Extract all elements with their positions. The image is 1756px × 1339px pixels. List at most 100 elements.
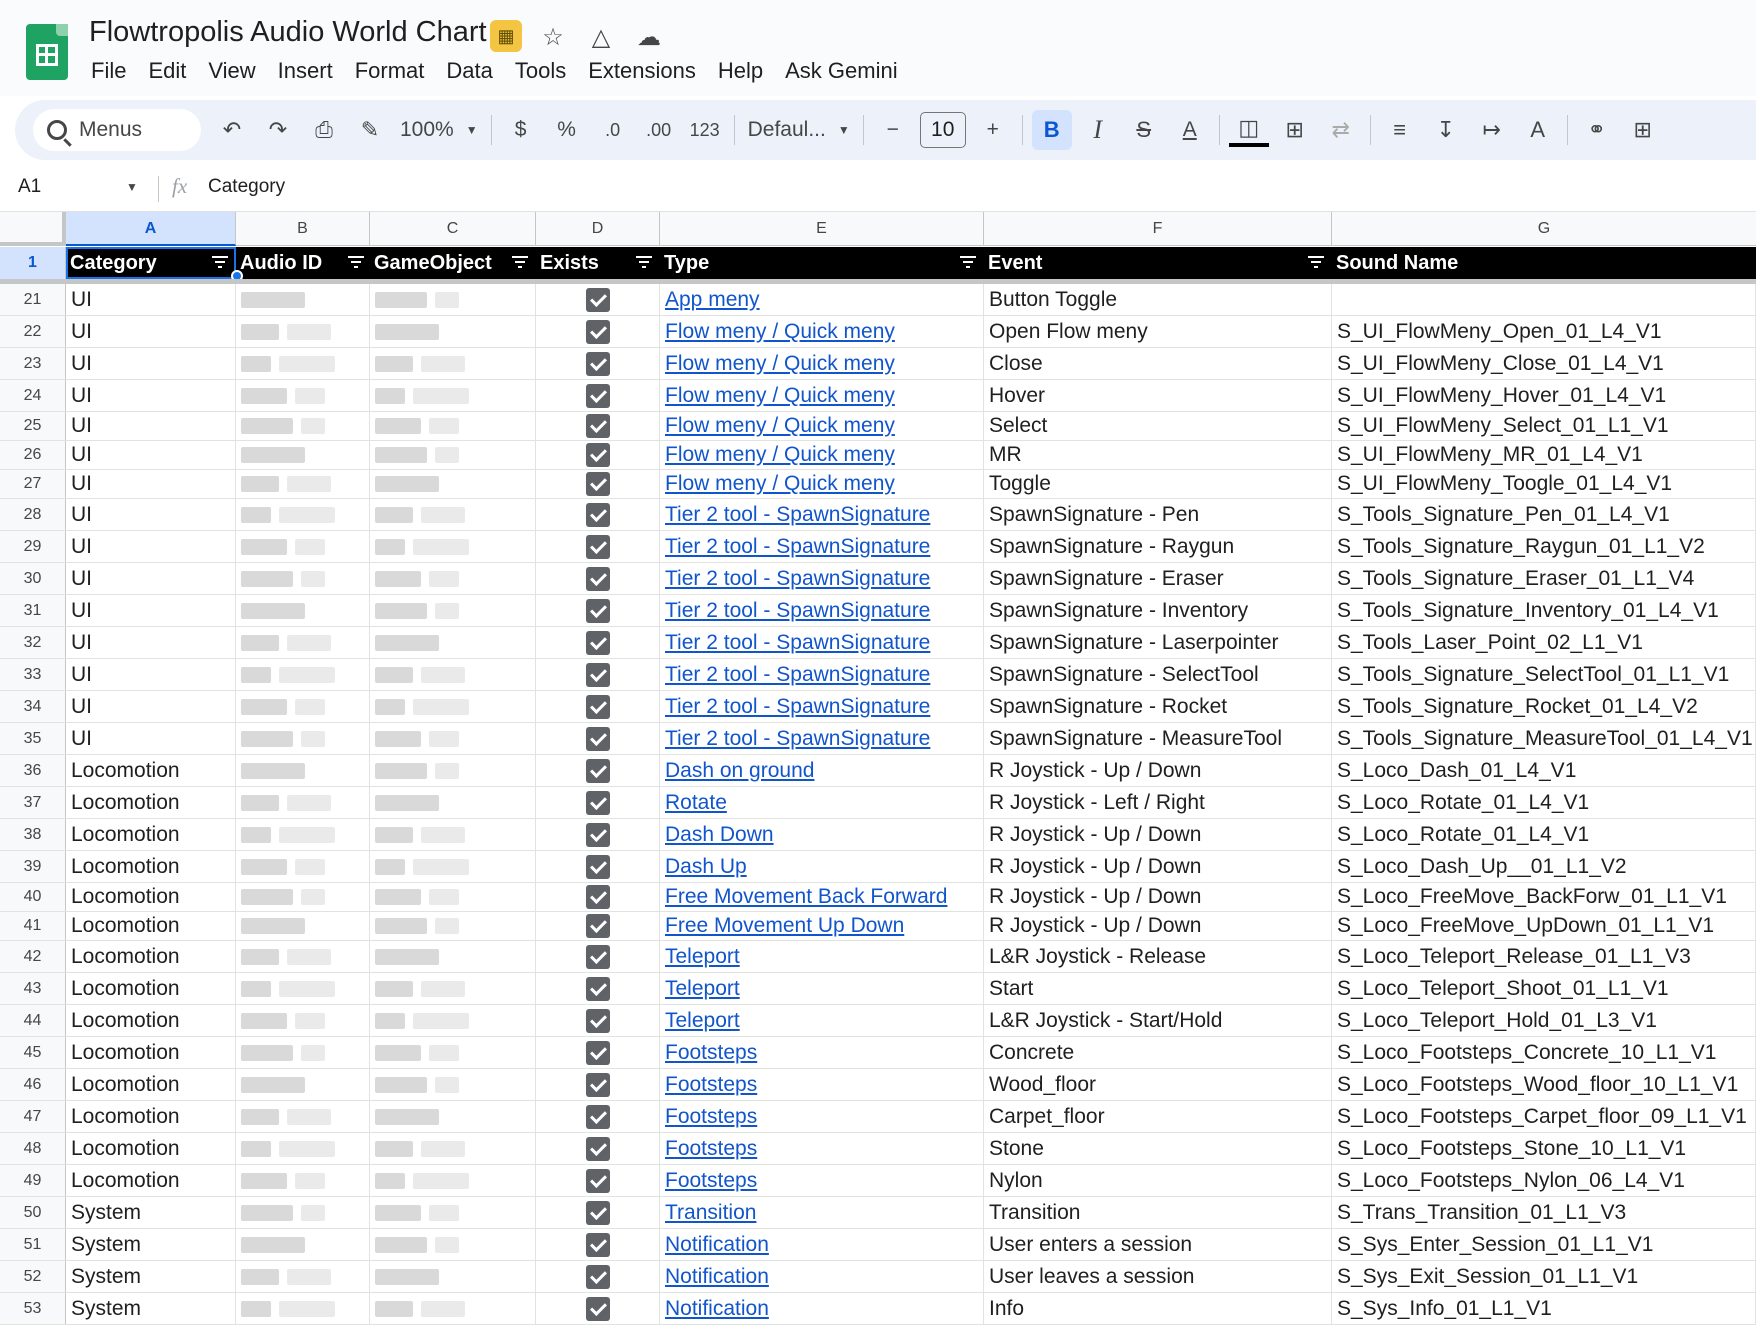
exists-cell[interactable] [536,1069,660,1100]
event-cell[interactable]: MR [984,441,1332,469]
type-link[interactable]: Notification [665,1297,769,1321]
category-cell[interactable]: Locomotion [66,1069,236,1100]
exists-cell[interactable] [536,380,660,411]
event-cell[interactable]: Carpet_floor [984,1101,1332,1132]
audio-id-cell[interactable] [236,691,370,722]
exists-checkbox[interactable] [585,914,610,938]
borders-icon[interactable]: ⊞ [1275,110,1315,150]
currency-format-button[interactable]: $ [501,110,541,150]
category-cell[interactable]: UI [66,627,236,658]
header-cell-type[interactable]: Type [660,247,984,279]
audio-id-cell[interactable] [236,595,370,626]
exists-checkbox[interactable] [585,598,610,623]
italic-button[interactable]: I [1078,110,1118,150]
table-row[interactable]: 51 System Notification User enters a sessio… [0,1229,1756,1261]
sound-name-cell[interactable]: S_Loco_Footsteps_Wood_floor_10_L1_V1 [1332,1069,1756,1100]
type-cell[interactable]: Flow meny / Quick meny [660,316,984,347]
row-number[interactable]: 28 [0,499,66,530]
type-cell[interactable]: Flow meny / Quick meny [660,412,984,440]
chevron-down-icon[interactable]: ▼ [126,180,138,194]
sound-name-cell[interactable]: S_Loco_Footsteps_Stone_10_L1_V1 [1332,1133,1756,1164]
exists-cell[interactable] [536,1197,660,1228]
exists-cell[interactable] [536,941,660,972]
sound-name-cell[interactable]: S_UI_FlowMeny_Toogle_01_L4_V1 [1332,470,1756,498]
font-family-select[interactable]: Defaul... ▼ [744,110,854,150]
event-cell[interactable]: Concrete [984,1037,1332,1068]
audio-id-cell[interactable] [236,499,370,530]
row-number[interactable]: 45 [0,1037,66,1068]
sound-name-cell[interactable]: S_Loco_Footsteps_Nylon_06_L4_V1 [1332,1165,1756,1196]
type-cell[interactable]: Tier 2 tool - SpawnSignature [660,563,984,594]
sound-name-cell[interactable]: S_UI_FlowMeny_Open_01_L4_V1 [1332,316,1756,347]
header-cell-category[interactable]: Category [66,247,236,279]
table-row[interactable]: 53 System Notification Info S_Sys_Info_01_L1… [0,1293,1756,1325]
exists-cell[interactable] [536,883,660,911]
table-row[interactable]: 29 UI Tier 2 tool - SpawnSignature SpawnSig… [0,531,1756,563]
audio-id-cell[interactable] [236,883,370,911]
exists-cell[interactable] [536,441,660,469]
exists-cell[interactable] [536,595,660,626]
type-cell[interactable]: Dash on ground [660,755,984,786]
audio-id-cell[interactable] [236,412,370,440]
gameobject-cell[interactable] [370,883,536,911]
menu-file[interactable]: File [89,55,137,87]
type-link[interactable]: Free Movement Back Forward [665,885,947,909]
insert-link-icon[interactable]: ⚭ [1577,110,1617,150]
row-number[interactable]: 52 [0,1261,66,1292]
filter-icon[interactable] [512,256,528,270]
strikethrough-icon[interactable]: S [1124,110,1164,150]
menu-view[interactable]: View [197,55,266,87]
gameobject-cell[interactable] [370,1133,536,1164]
row-number[interactable]: 48 [0,1133,66,1164]
type-link[interactable]: Teleport [665,945,740,969]
type-link[interactable]: Footsteps [665,1041,757,1065]
type-link[interactable]: Free Movement Up Down [665,914,904,938]
font-size-input[interactable]: 10 [919,112,966,148]
name-box[interactable]: A1 [18,176,41,198]
type-link[interactable]: Tier 2 tool - SpawnSignature [665,727,930,751]
exists-cell[interactable] [536,412,660,440]
audio-id-cell[interactable] [236,563,370,594]
audio-id-cell[interactable] [236,1101,370,1132]
category-cell[interactable]: UI [66,348,236,379]
category-cell[interactable]: Locomotion [66,787,236,818]
exists-checkbox[interactable] [585,726,610,751]
menu-help[interactable]: Help [707,55,774,87]
sound-name-cell[interactable]: S_Tools_Signature_SelectTool_01_L1_V1 [1332,659,1756,690]
paint-format-icon[interactable]: ✎ [350,110,390,150]
table-row[interactable]: 47 Locomotion Footsteps Carpet_floor S_Loco_… [0,1101,1756,1133]
gameobject-cell[interactable] [370,659,536,690]
category-cell[interactable]: UI [66,412,236,440]
text-color-button[interactable]: A [1170,110,1210,150]
row-number[interactable]: 25 [0,412,66,440]
sound-name-cell[interactable]: S_UI_FlowMeny_Select_01_L1_V1 [1332,412,1756,440]
type-link[interactable]: Tier 2 tool - SpawnSignature [665,535,930,559]
table-row[interactable]: 21 UI App meny Button Toggle [0,284,1756,316]
exists-checkbox[interactable] [585,502,610,527]
row-number[interactable]: 29 [0,531,66,562]
exists-cell[interactable] [536,973,660,1004]
gameobject-cell[interactable] [370,941,536,972]
menu-data[interactable]: Data [435,55,503,87]
audio-id-cell[interactable] [236,627,370,658]
sound-name-cell[interactable]: S_Sys_Info_01_L1_V1 [1332,1293,1756,1324]
filter-icon[interactable] [212,256,228,270]
row-number[interactable]: 30 [0,563,66,594]
column-header-a[interactable]: A [66,212,236,246]
insert-comment-icon[interactable]: ⊞ [1623,110,1663,150]
exists-checkbox[interactable] [585,534,610,559]
text-rotation-icon[interactable]: A [1518,110,1558,150]
sound-name-cell[interactable]: S_Loco_FreeMove_UpDown_01_L1_V1 [1332,912,1756,940]
type-cell[interactable]: Flow meny / Quick meny [660,441,984,469]
exists-cell[interactable] [536,1165,660,1196]
event-cell[interactable]: Open Flow meny [984,316,1332,347]
gameobject-cell[interactable] [370,563,536,594]
row-number[interactable]: 51 [0,1229,66,1260]
gameobject-cell[interactable] [370,595,536,626]
exists-checkbox[interactable] [585,854,610,879]
event-cell[interactable]: Nylon [984,1165,1332,1196]
audio-id-cell[interactable] [236,1197,370,1228]
event-cell[interactable]: Button Toggle [984,284,1332,315]
gameobject-cell[interactable] [370,470,536,498]
event-cell[interactable]: User leaves a session [984,1261,1332,1292]
